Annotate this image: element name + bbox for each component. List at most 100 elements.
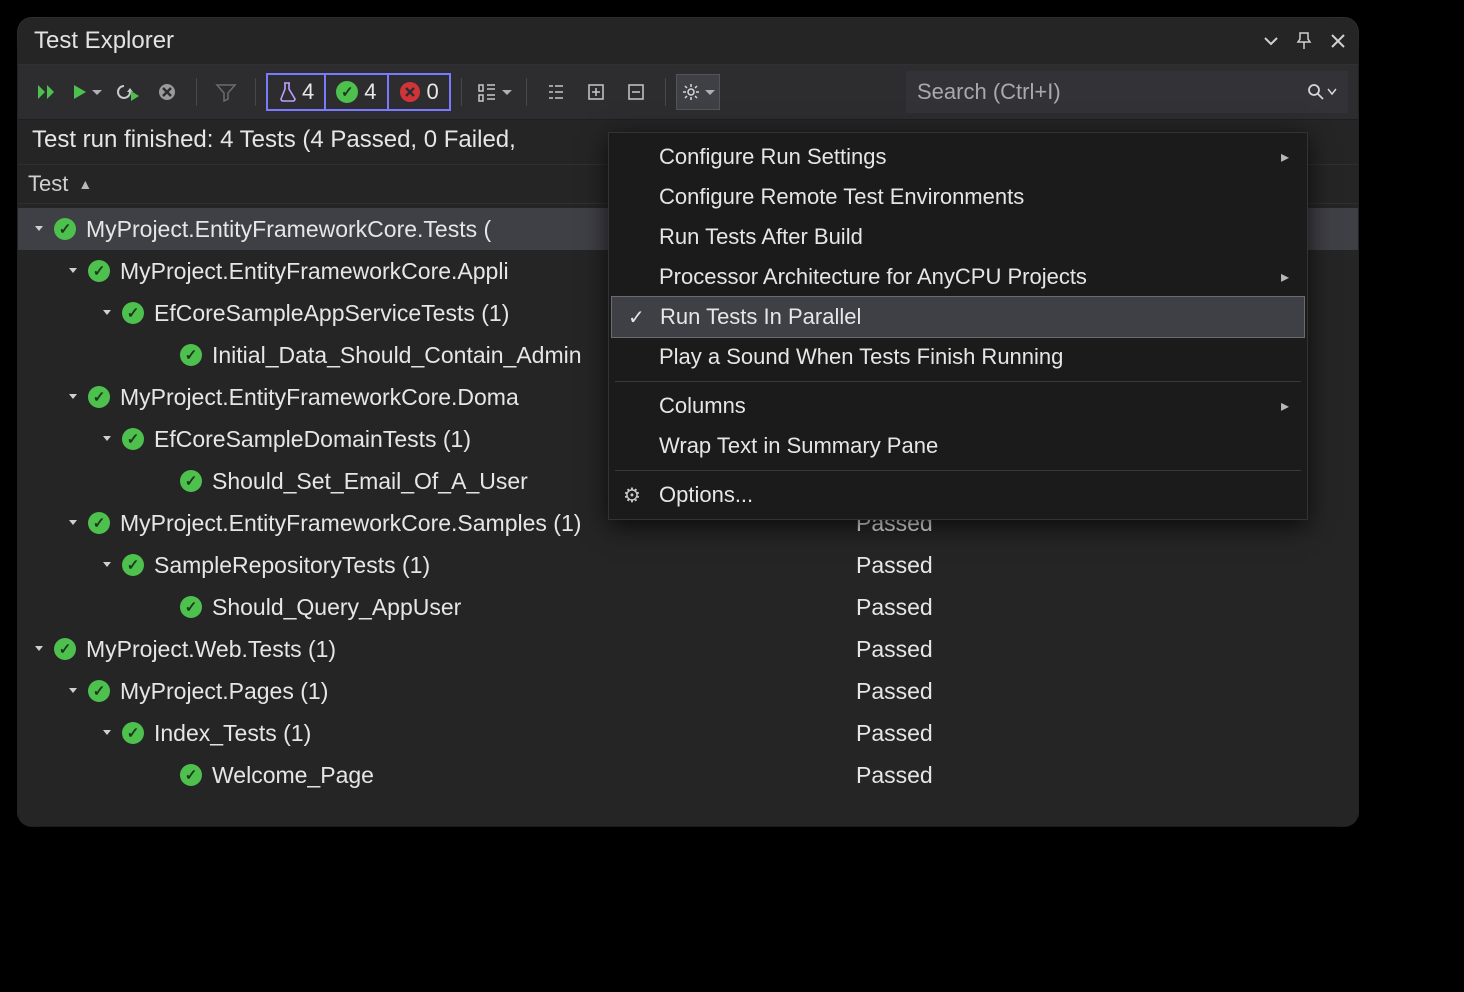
test-status: Passed <box>856 594 933 621</box>
menu-item-label: Wrap Text in Summary Pane <box>659 433 938 459</box>
tree-group[interactable]: MyProject.Web.Tests (1)Passed <box>18 628 1358 670</box>
pin-icon[interactable] <box>1296 31 1312 51</box>
playlist-button[interactable] <box>472 75 516 109</box>
tree-node-label: MyProject.Pages (1) <box>120 678 328 705</box>
passed-icon <box>54 218 76 240</box>
test-status: Passed <box>856 720 933 747</box>
settings-button[interactable] <box>676 74 720 110</box>
menu-item[interactable]: Wrap Text in Summary Pane <box>609 426 1307 466</box>
toolbar-separator <box>665 78 666 106</box>
group-by-button[interactable] <box>537 75 575 109</box>
test-status: Passed <box>856 678 933 705</box>
passed-icon <box>180 470 202 492</box>
expand-all-button[interactable] <box>577 75 615 109</box>
menu-item[interactable]: Columns ▸ <box>609 386 1307 426</box>
pass-counter[interactable]: 4 <box>324 73 388 111</box>
chevron-down-icon[interactable] <box>64 262 82 280</box>
menu-item-label: Options... <box>659 482 753 508</box>
menu-item[interactable]: ✓Run Tests In Parallel <box>611 296 1305 338</box>
dropdown-arrow-icon[interactable] <box>1264 36 1278 46</box>
chevron-down-icon[interactable] <box>30 640 48 658</box>
toolbar-separator <box>461 78 462 106</box>
tree-node-label: Welcome_Page <box>212 762 374 789</box>
menu-item[interactable]: ⚙ Options... <box>609 475 1307 515</box>
menu-item-label: Columns <box>659 393 746 419</box>
toolbar: 4 4 0 Search <box>18 65 1358 120</box>
menu-item[interactable]: Run Tests After Build <box>609 217 1307 257</box>
column-label-test: Test <box>28 171 68 197</box>
passed-icon <box>122 302 144 324</box>
passed-icon <box>180 764 202 786</box>
toolbar-separator <box>196 78 197 106</box>
chevron-down-icon[interactable] <box>98 304 116 322</box>
tree-group[interactable]: MyProject.Pages (1) Passed <box>18 670 1358 712</box>
search-dropdown-icon[interactable] <box>1327 88 1337 96</box>
titlebar: Test Explorer <box>18 18 1358 65</box>
tree-node-label: Index_Tests (1) <box>154 720 311 747</box>
fail-counter[interactable]: 0 <box>387 73 451 111</box>
menu-item[interactable]: Configure Run Settings▸ <box>609 137 1307 177</box>
run-button[interactable] <box>68 75 106 109</box>
chevron-down-icon[interactable] <box>64 388 82 406</box>
tree-node-label: Initial_Data_Should_Contain_Admin <box>212 342 582 369</box>
menu-item-label: Run Tests After Build <box>659 224 863 250</box>
tree-group[interactable]: Index_Tests (1) Passed <box>18 712 1358 754</box>
tree-test[interactable]: Should_Query_AppUserPassed <box>18 586 1358 628</box>
passed-icon <box>122 428 144 450</box>
tree-node-label: EfCoreSampleAppServiceTests (1) <box>154 300 509 327</box>
passed-icon <box>122 722 144 744</box>
tree-node-label: EfCoreSampleDomainTests (1) <box>154 426 471 453</box>
fail-count: 0 <box>427 79 439 105</box>
chevron-right-icon: ▸ <box>1281 267 1289 287</box>
flask-count: 4 <box>302 79 314 105</box>
menu-item-label: Configure Remote Test Environments <box>659 184 1024 210</box>
test-status: Passed <box>856 552 933 579</box>
stop-button[interactable] <box>148 75 186 109</box>
tree-group[interactable]: SampleRepositoryTests (1) Passed <box>18 544 1358 586</box>
passed-icon <box>122 554 144 576</box>
menu-separator <box>615 470 1301 471</box>
chevron-down-icon[interactable] <box>64 682 82 700</box>
repeat-button[interactable] <box>108 75 146 109</box>
menu-item-label: Run Tests In Parallel <box>660 304 861 330</box>
flask-counter[interactable]: 4 <box>266 73 326 111</box>
passed-icon <box>88 260 110 282</box>
tree-node-label: MyProject.EntityFrameworkCore.Tests ( <box>86 216 491 243</box>
filter-button[interactable] <box>207 75 245 109</box>
tree-node-label: MyProject.Web.Tests (1) <box>86 636 336 663</box>
menu-item[interactable]: Play a Sound When Tests Finish Running <box>609 337 1307 377</box>
chevron-down-icon[interactable] <box>64 514 82 532</box>
menu-item-label: Configure Run Settings <box>659 144 886 170</box>
passed-icon <box>180 344 202 366</box>
run-all-button[interactable] <box>28 75 66 109</box>
search-icon[interactable] <box>1307 83 1325 101</box>
tree-node-label: SampleRepositoryTests (1) <box>154 552 430 579</box>
passed-icon <box>54 638 76 660</box>
chevron-down-icon[interactable] <box>98 430 116 448</box>
collapse-all-button[interactable] <box>617 75 655 109</box>
search-input[interactable]: Search (Ctrl+I) <box>906 71 1348 113</box>
settings-menu: Configure Run Settings▸Configure Remote … <box>608 132 1308 520</box>
passed-icon <box>88 512 110 534</box>
tree-node-label: Should_Set_Email_Of_A_User <box>212 468 528 495</box>
toolbar-separator <box>526 78 527 106</box>
close-icon[interactable] <box>1330 33 1346 49</box>
passed-icon <box>180 596 202 618</box>
passed-icon <box>88 386 110 408</box>
titlebar-controls <box>1264 31 1346 51</box>
chevron-right-icon: ▸ <box>1281 396 1289 416</box>
menu-item[interactable]: Processor Architecture for AnyCPU Projec… <box>609 257 1307 297</box>
chevron-down-icon[interactable] <box>30 220 48 238</box>
test-status: Passed <box>856 762 933 789</box>
pass-count: 4 <box>364 79 376 105</box>
chevron-down-icon[interactable] <box>98 556 116 574</box>
titlebar-grip[interactable] <box>184 36 1254 46</box>
sort-ascending-icon: ▲ <box>78 176 92 192</box>
tree-test[interactable]: Welcome_Page Passed <box>18 754 1358 796</box>
passed-icon <box>88 680 110 702</box>
test-counters: 4 4 0 <box>266 73 451 111</box>
menu-item-label: Play a Sound When Tests Finish Running <box>659 344 1063 370</box>
gear-icon: ⚙ <box>623 483 641 508</box>
menu-item[interactable]: Configure Remote Test Environments <box>609 177 1307 217</box>
chevron-down-icon[interactable] <box>98 724 116 742</box>
